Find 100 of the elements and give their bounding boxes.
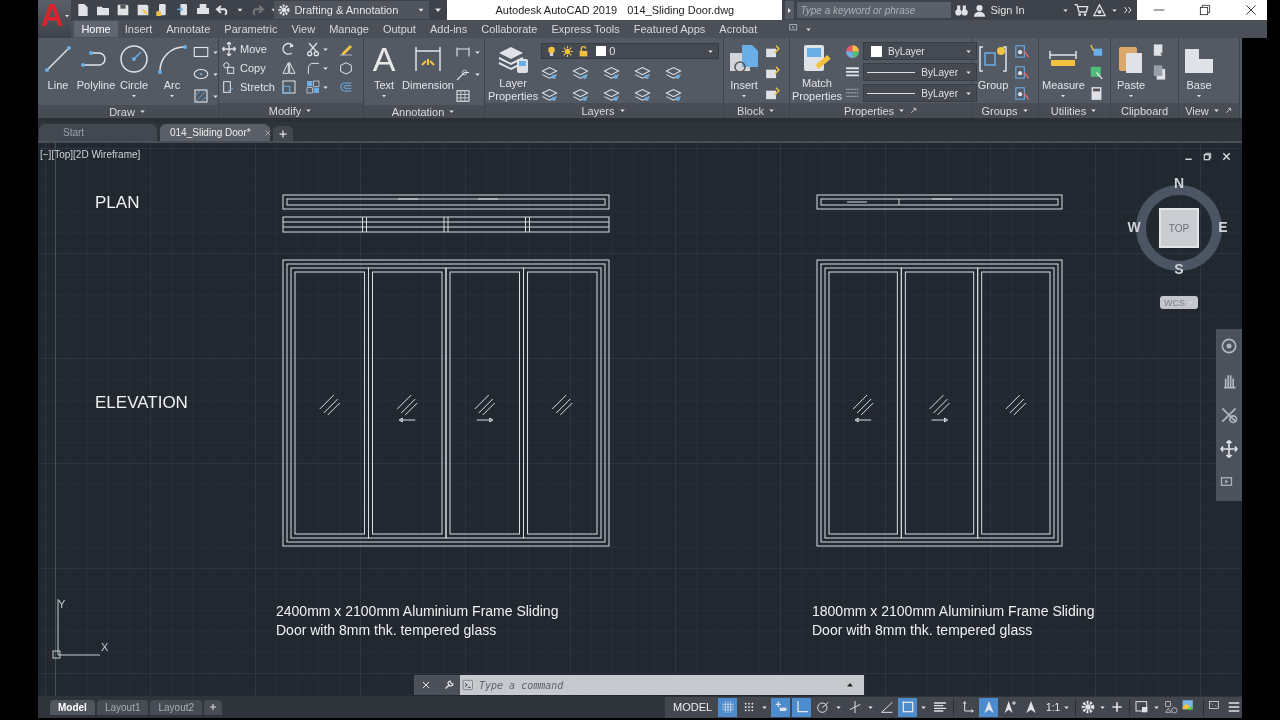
compass-east[interactable]: E <box>1216 219 1230 236</box>
hatch-icon[interactable] <box>192 87 210 105</box>
new-tab-button[interactable] <box>273 126 293 142</box>
layer-tool-icon[interactable] <box>665 64 683 81</box>
panel-title[interactable]: Block <box>724 103 789 118</box>
layout-tab[interactable]: Model <box>50 699 95 715</box>
settings-icon[interactable] <box>1080 699 1096 716</box>
hardware-icon[interactable] <box>1163 699 1179 716</box>
paste-button[interactable]: Paste <box>1113 41 1149 100</box>
move-tool-button[interactable]: Move <box>221 41 273 57</box>
array-icon[interactable] <box>305 79 321 95</box>
layer-tool-icon[interactable] <box>603 86 621 103</box>
compass-north[interactable]: N <box>1172 175 1186 192</box>
ribbon-tab[interactable]: Featured Apps <box>626 21 713 37</box>
triangle-icon[interactable] <box>1091 2 1107 18</box>
match-properties-button[interactable]: Match Properties <box>792 41 842 103</box>
infer-toggle[interactable] <box>771 697 791 717</box>
group-tool-icon[interactable] <box>1013 43 1030 60</box>
layer-tool-icon[interactable] <box>541 86 559 103</box>
annovis-toggle[interactable] <box>979 697 999 717</box>
panel-title[interactable]: Modify <box>219 103 363 118</box>
cut-icon[interactable] <box>1151 43 1168 60</box>
model-space-button[interactable]: MODEL <box>672 701 713 714</box>
block-tool-icon[interactable] <box>764 85 781 102</box>
layer-tool-icon[interactable] <box>572 86 590 103</box>
arc-tool-button[interactable]: Arc <box>154 41 190 100</box>
annotation-scale[interactable]: 1:1 <box>1046 701 1060 713</box>
color-dropdown[interactable]: ByLayer <box>863 42 977 60</box>
layer-tool-icon[interactable] <box>541 64 559 81</box>
osnap-toggle[interactable] <box>898 697 918 717</box>
close-icon[interactable] <box>262 127 273 138</box>
ribbon-tab[interactable]: Collaborate <box>474 21 545 37</box>
scale-icon[interactable] <box>281 79 297 95</box>
layout-tab[interactable]: Layout2 <box>150 699 203 715</box>
layer-tool-icon[interactable] <box>634 86 652 103</box>
viewport-restore-icon[interactable] <box>1202 151 1213 163</box>
viewport-close-icon[interactable] <box>1221 151 1232 163</box>
panel-title[interactable]: Layers <box>485 103 723 118</box>
circle-tool-button[interactable]: Circle <box>116 41 152 100</box>
compass-south[interactable]: S <box>1172 261 1186 278</box>
search-field[interactable]: Type a keyword or phrase <box>797 2 952 18</box>
ribbon-tab[interactable]: View <box>284 21 323 37</box>
block-tool-icon[interactable] <box>764 64 781 81</box>
fillet-icon[interactable] <box>305 60 321 76</box>
layer-properties-button[interactable]: Layer Properties <box>487 41 540 103</box>
expand-button[interactable] <box>785 1 795 19</box>
group-tool-icon[interactable] <box>1013 64 1030 81</box>
explode-icon[interactable] <box>338 60 354 76</box>
linetype-dropdown[interactable]: ByLayer <box>863 84 977 102</box>
color-wheel-icon[interactable] <box>844 43 861 60</box>
mirror-icon[interactable] <box>281 60 297 76</box>
panel-title[interactable]: Draw <box>38 105 218 118</box>
layer-tool-icon[interactable] <box>634 64 652 81</box>
block-tool-icon[interactable] <box>764 43 781 60</box>
panel-title[interactable]: Annotation <box>364 105 484 118</box>
terminal-icon[interactable] <box>462 678 476 693</box>
ribbon-tab[interactable]: Manage <box>322 21 376 37</box>
ortho-toggle[interactable] <box>792 697 812 717</box>
viewcube-face[interactable]: TOP <box>1159 208 1199 249</box>
line-tool-button[interactable]: Line <box>40 41 76 92</box>
copy-clip-icon[interactable] <box>1151 64 1168 81</box>
offset-icon[interactable] <box>338 79 354 95</box>
layer-tool-icon[interactable] <box>665 86 683 103</box>
cart-icon[interactable] <box>1072 2 1089 18</box>
ribbon-tab[interactable]: Acrobat <box>712 21 765 37</box>
ribbon-tab[interactable]: Output <box>375 21 423 37</box>
panel-title[interactable]: Utilities <box>1039 103 1110 118</box>
lineweight-dropdown[interactable]: ByLayer <box>863 63 977 81</box>
viewport-controls[interactable]: [−][Top][2D Wireframe] <box>40 149 141 161</box>
ribbon-tab[interactable]: Insert <box>117 21 160 37</box>
drawing-canvas[interactable] <box>38 143 1242 697</box>
ribbon-tab[interactable]: Express Tools <box>544 21 627 37</box>
group-button[interactable]: Group <box>975 41 1011 92</box>
chevrons-icon[interactable] <box>1121 4 1134 16</box>
copy-tool-button[interactable]: Copy <box>221 60 273 76</box>
ribbon-tab[interactable]: Add-ins <box>422 21 475 37</box>
ribbon-tab[interactable]: Parametric <box>217 21 285 37</box>
workspace-dropdown[interactable]: Drafting & Annotation <box>274 1 430 19</box>
panel-title[interactable]: Clipboard <box>1111 103 1178 118</box>
file-tab[interactable]: Start <box>39 124 157 142</box>
compass-west[interactable]: W <box>1127 219 1141 236</box>
layer-dropdown[interactable]: 0 <box>541 43 720 59</box>
base-button[interactable]: Base <box>1181 41 1217 100</box>
grid-toggle[interactable] <box>718 697 738 717</box>
user-icon[interactable] <box>972 2 988 18</box>
zoom-icon[interactable] <box>1219 405 1239 426</box>
group-tool-icon[interactable] <box>1013 85 1030 102</box>
panel-title[interactable]: View <box>1179 103 1239 118</box>
file-tab[interactable]: 014_Sliding Door* <box>160 124 270 142</box>
layout-tab[interactable]: Layout1 <box>96 699 149 715</box>
panel-title[interactable]: Properties <box>790 103 972 118</box>
polyline-tool-button[interactable]: Polyline <box>78 41 114 92</box>
new-layout-button[interactable] <box>204 699 223 715</box>
sign-in-link[interactable]: Sign In <box>990 4 1025 16</box>
panel-title[interactable]: Groups <box>973 103 1038 118</box>
ribbon-tab[interactable]: Annotate <box>159 21 218 37</box>
measure-button[interactable]: Measure <box>1041 41 1086 100</box>
dimension-tool-button[interactable]: Dimension <box>404 41 452 92</box>
insert-button[interactable]: Insert <box>726 41 762 100</box>
trim-icon[interactable] <box>305 41 321 57</box>
